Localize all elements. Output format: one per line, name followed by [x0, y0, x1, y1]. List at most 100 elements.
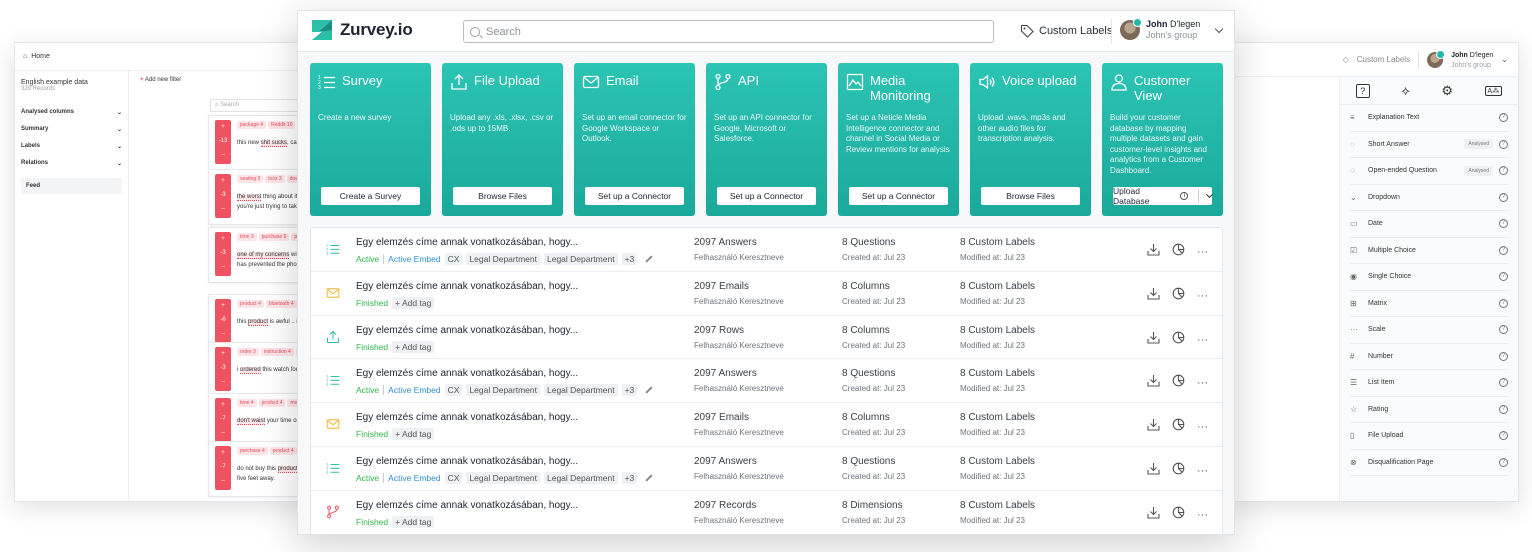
label-chip[interactable]: time 3 [237, 233, 257, 241]
project-title[interactable]: Egy elemzés címe annak vonatkozásában, h… [356, 412, 578, 423]
avatar[interactable] [1427, 49, 1446, 68]
download-icon[interactable] [1147, 462, 1160, 480]
question-type-item[interactable]: ◌ Open-ended Question Analysed? [1350, 158, 1508, 185]
more-icon[interactable]: ··· [1197, 509, 1208, 520]
tile-action-button[interactable]: Set up a Connector [849, 187, 948, 205]
design-icon[interactable]: ⟡ [1401, 83, 1410, 99]
tag-chip[interactable]: CX [444, 253, 463, 265]
download-icon[interactable] [1147, 418, 1160, 436]
info-icon[interactable]: i [1180, 192, 1189, 200]
label-chip[interactable]: purchase 6 [258, 233, 290, 241]
sidebar-section-analysed-columns[interactable]: Analysed columns ⌄ [21, 104, 122, 121]
plus-icon[interactable]: + [215, 120, 231, 134]
tag-chip[interactable]: Legal Department [466, 471, 540, 484]
project-title[interactable]: Egy elemzés címe annak vonatkozásában, h… [356, 237, 578, 248]
label-chip[interactable]: product 4 [258, 399, 286, 407]
tile-action-button[interactable]: Browse Files [453, 187, 552, 205]
help-icon[interactable]: ? [1499, 219, 1508, 229]
tag-chip[interactable]: CX [444, 471, 463, 484]
logo[interactable]: Zurvey.io [310, 18, 413, 42]
tag-chip[interactable]: CX [444, 384, 463, 397]
project-row[interactable]: Egy elemzés címe annak vonatkozásában, h… [311, 403, 1222, 447]
question-type-item[interactable]: ▯ File Upload? [1350, 423, 1508, 450]
more-icon[interactable]: ··· [1197, 422, 1208, 433]
help-icon[interactable]: ? [1499, 298, 1508, 308]
plus-icon[interactable]: + [215, 398, 231, 412]
sidebar-section-labels[interactable]: Labels ⌄ [21, 138, 122, 155]
question-type-item[interactable]: ≡ Explanation Text? [1350, 105, 1508, 132]
plus-icon[interactable]: + [215, 299, 231, 313]
download-icon[interactable] [1147, 287, 1160, 305]
question-type-item[interactable]: ◌ Short Answer Analysed? [1350, 132, 1508, 158]
analytics-icon[interactable] [1172, 462, 1185, 480]
question-type-item[interactable]: ⊞ Matrix? [1350, 291, 1508, 317]
label-chip[interactable]: product 4 [269, 447, 297, 455]
label-chip[interactable]: loos 3 [265, 175, 285, 183]
sidebar-section-relations[interactable]: Relations ⌄ [21, 155, 122, 172]
question-type-item[interactable]: ☰ List Item? [1350, 370, 1508, 397]
label-chip[interactable]: order 3 [237, 348, 259, 356]
help-icon[interactable]: ? [1499, 139, 1508, 149]
download-icon[interactable] [1147, 243, 1160, 261]
more-tags-chip[interactable]: +3 [621, 384, 638, 397]
download-icon[interactable] [1147, 374, 1160, 392]
search-input[interactable] [486, 25, 966, 38]
more-tags-chip[interactable]: +3 [621, 253, 638, 265]
minus-icon[interactable]: – [215, 202, 231, 216]
tag-chip[interactable]: Legal Department [544, 471, 618, 484]
add-tag-button[interactable]: + Add tag [392, 515, 435, 528]
tag-chip[interactable]: Legal Department [466, 253, 540, 265]
user-info[interactable]: John D'legen John's group [1451, 50, 1493, 70]
minus-icon[interactable]: – [215, 375, 231, 389]
analytics-icon[interactable] [1172, 331, 1185, 349]
more-icon[interactable]: ··· [1197, 290, 1208, 301]
project-title[interactable]: Egy elemzés címe annak vonatkozásában, h… [356, 325, 578, 336]
add-tag-button[interactable]: + Add tag [392, 296, 435, 309]
label-chip[interactable]: purchase 4 [237, 447, 268, 455]
home-icon[interactable]: ⌂ [23, 53, 27, 60]
download-icon[interactable] [1147, 331, 1160, 349]
help-icon[interactable]: ? [1499, 457, 1508, 467]
analytics-icon[interactable] [1172, 506, 1185, 524]
project-title[interactable]: Egy elemzés címe annak vonatkozásában, h… [356, 456, 578, 467]
help-icon[interactable]: ? [1499, 431, 1508, 441]
edit-icon[interactable] [645, 255, 653, 263]
question-type-item[interactable]: ▭ Date? [1350, 211, 1508, 238]
custom-labels-button[interactable]: Custom Labels [1020, 24, 1112, 38]
analytics-icon[interactable] [1172, 374, 1185, 392]
dataset-name[interactable]: English example data [21, 79, 122, 86]
plus-icon[interactable]: + [215, 347, 231, 361]
plus-icon[interactable]: + [215, 232, 231, 246]
label-chip[interactable]: package 4 [237, 121, 267, 129]
tile-action-button[interactable]: Set up a Connector [585, 187, 684, 205]
project-title[interactable]: Egy elemzés címe annak vonatkozásában, h… [356, 281, 578, 292]
project-row[interactable]: 1 2 3 Egy elemzés címe annak vonatkozásában… [311, 447, 1222, 491]
help-icon[interactable]: ? [1499, 378, 1508, 388]
label-chip[interactable]: Reddit 10 [268, 121, 296, 129]
label-chip[interactable]: time 4 [237, 399, 257, 407]
analytics-icon[interactable] [1172, 243, 1185, 261]
question-type-item[interactable]: ⊗ Disqualification Page? [1350, 450, 1508, 476]
edit-icon[interactable] [645, 474, 653, 482]
project-row[interactable]: Egy elemzés címe annak vonatkozásában, h… [311, 272, 1222, 316]
help-icon[interactable]: ? [1499, 113, 1508, 123]
project-title[interactable]: Egy elemzés címe annak vonatkozásában, h… [356, 368, 578, 379]
minus-icon[interactable]: – [215, 426, 231, 440]
label-chip[interactable]: product 4 [237, 300, 264, 308]
question-type-item[interactable]: # Number? [1350, 344, 1508, 370]
translate-icon[interactable]: A⁂ [1484, 85, 1503, 96]
more-icon[interactable]: ··· [1197, 465, 1208, 476]
project-row[interactable]: Egy elemzés címe annak vonatkozásában, h… [311, 316, 1222, 360]
more-icon[interactable]: ··· [1197, 378, 1208, 389]
chevron-down-icon[interactable]: ⌄ [1501, 55, 1508, 64]
chevron-down-icon[interactable] [1214, 24, 1224, 34]
user-menu[interactable]: John D'legen John's group [1120, 18, 1200, 41]
minus-icon[interactable]: – [215, 327, 231, 341]
add-tag-button[interactable]: + Add tag [392, 340, 435, 353]
tag-chip[interactable]: Legal Department [544, 253, 618, 265]
help-box-icon[interactable]: ? [1355, 83, 1370, 98]
home-link[interactable]: Home [31, 53, 50, 60]
project-title[interactable]: Egy elemzés címe annak vonatkozásában, h… [356, 500, 578, 511]
analytics-icon[interactable] [1172, 287, 1185, 305]
question-type-item[interactable]: ⌄ Dropdown? [1350, 185, 1508, 211]
